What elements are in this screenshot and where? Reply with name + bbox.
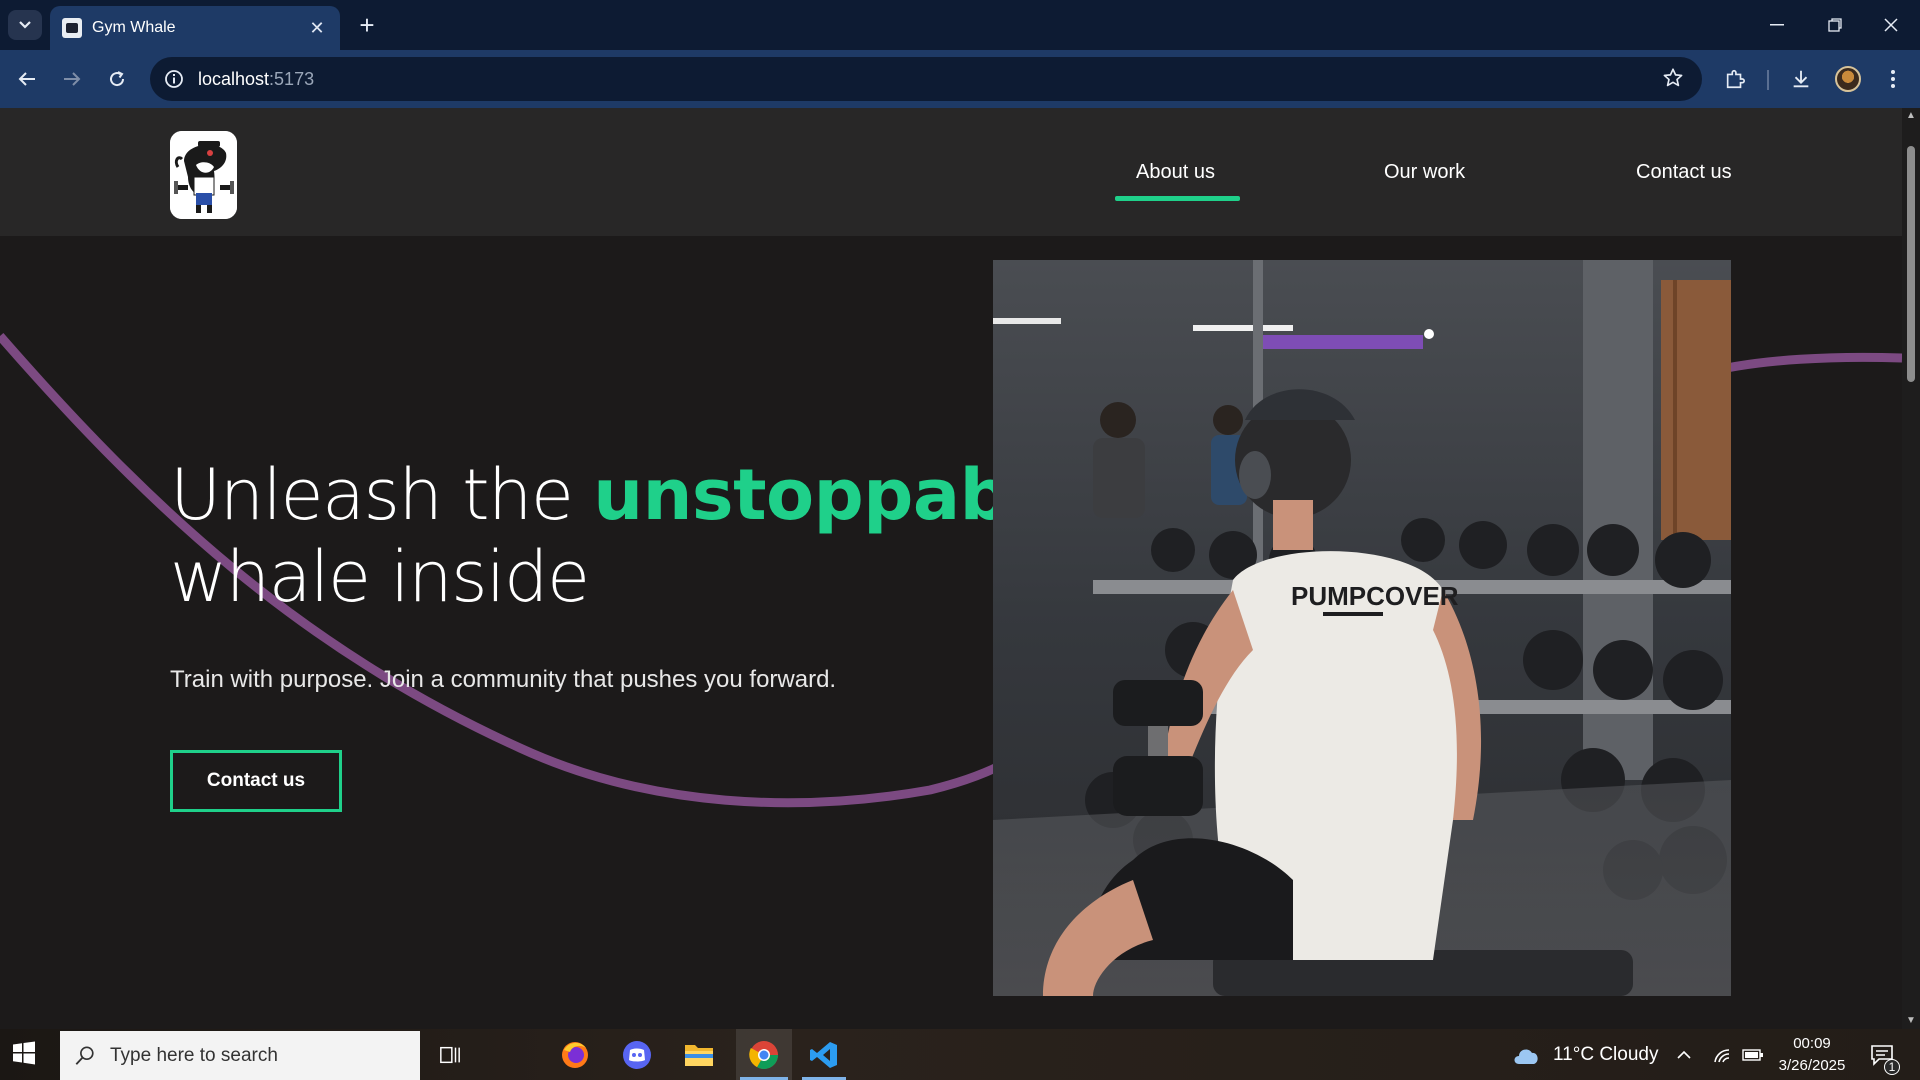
file-explorer-taskbar-icon[interactable] xyxy=(674,1035,724,1075)
url-port: :5173 xyxy=(269,68,315,89)
downloads-button[interactable] xyxy=(1784,62,1818,96)
close-icon xyxy=(1884,18,1898,32)
contact-us-button[interactable]: Contact us xyxy=(170,750,342,812)
url-host: localhost xyxy=(198,68,270,89)
start-button[interactable] xyxy=(12,1041,40,1069)
browser-toolbar: localhost:5173 xyxy=(0,50,1920,108)
hero-headline: Unleash the unstoppable whale inside xyxy=(170,454,1080,618)
url-text: localhost:5173 xyxy=(198,69,314,90)
clock-date: 3/26/2025 xyxy=(1778,1057,1846,1074)
task-view-button[interactable] xyxy=(425,1035,475,1075)
nav-active-indicator xyxy=(1115,196,1240,201)
windows-taskbar: Type here to search 11°C Cloudy 00:09 3/… xyxy=(0,1029,1920,1080)
browser-tab-bar: Gym Whale ✕ + xyxy=(0,0,1920,50)
tab-title: Gym Whale xyxy=(92,19,176,36)
nav-about-us[interactable]: About us xyxy=(1136,161,1215,184)
address-bar[interactable]: localhost:5173 xyxy=(150,57,1702,101)
gym-photo-illustration: PUMPCOVER xyxy=(993,260,1731,996)
forward-button[interactable] xyxy=(55,62,89,96)
scroll-down-arrow-icon[interactable]: ▼ xyxy=(1905,1015,1917,1027)
arrow-right-icon xyxy=(64,72,81,86)
minimize-icon xyxy=(1770,24,1784,26)
system-clock[interactable]: 00:09 3/26/2025 xyxy=(1770,1033,1854,1077)
kebab-menu-icon xyxy=(1891,70,1895,88)
gym-whale-logo[interactable] xyxy=(170,131,237,219)
windows-logo-icon xyxy=(13,1041,35,1065)
clock-time: 00:09 xyxy=(1793,1035,1831,1052)
notifications-button[interactable]: 1 xyxy=(1862,1035,1902,1075)
notification-count-badge: 1 xyxy=(1884,1059,1900,1075)
arrow-left-icon xyxy=(18,72,35,86)
browser-tab[interactable]: Gym Whale ✕ xyxy=(50,6,340,50)
reload-button[interactable] xyxy=(100,62,134,96)
discord-taskbar-icon[interactable] xyxy=(612,1035,662,1075)
chevron-down-icon xyxy=(19,21,31,29)
nav-our-work[interactable]: Our work xyxy=(1384,161,1465,184)
page-scrollbar[interactable]: ▲ ▼ xyxy=(1902,108,1920,1029)
search-placeholder: Type here to search xyxy=(110,1044,278,1066)
profile-button[interactable] xyxy=(1831,62,1865,96)
browser-menu-button[interactable] xyxy=(1876,62,1910,96)
new-tab-button[interactable]: + xyxy=(352,10,382,40)
restore-icon xyxy=(1828,18,1842,32)
site-info-icon[interactable] xyxy=(162,67,186,91)
shirt-print-text: PUMPCOVER xyxy=(1291,581,1459,611)
reload-icon xyxy=(110,71,125,87)
back-button[interactable] xyxy=(10,62,44,96)
search-icon xyxy=(75,1045,94,1065)
profile-avatar xyxy=(1835,66,1861,92)
vscode-taskbar-icon[interactable] xyxy=(798,1029,850,1080)
weather-text[interactable]: 11°C Cloudy xyxy=(1553,1044,1658,1066)
weather-cloud-icon[interactable] xyxy=(1506,1035,1546,1075)
nav-contact-us[interactable]: Contact us xyxy=(1636,161,1732,184)
taskbar-search-box[interactable]: Type here to search xyxy=(60,1031,420,1080)
site-header: About us Our work Contact us xyxy=(0,108,1902,236)
favicon-icon xyxy=(62,18,82,38)
minimize-button[interactable] xyxy=(1748,0,1806,50)
download-icon xyxy=(1793,70,1809,88)
bookmark-star-icon[interactable] xyxy=(1662,67,1686,91)
firefox-taskbar-icon[interactable] xyxy=(550,1035,600,1075)
close-tab-icon[interactable]: ✕ xyxy=(306,17,328,39)
whale-mascot-icon xyxy=(170,131,237,219)
hero-subtitle: Train with purpose. Join a community tha… xyxy=(170,666,837,693)
chrome-taskbar-icon[interactable] xyxy=(736,1029,792,1080)
hero-gym-photo: PUMPCOVER xyxy=(993,260,1731,996)
task-view-icon xyxy=(440,1046,460,1064)
restore-button[interactable] xyxy=(1806,0,1864,50)
network-wifi-icon[interactable] xyxy=(1710,1035,1736,1075)
extensions-button[interactable] xyxy=(1718,62,1752,96)
scroll-up-arrow-icon[interactable]: ▲ xyxy=(1905,110,1917,122)
headline-pre: Unleash the xyxy=(170,454,594,536)
tab-search-button[interactable] xyxy=(8,10,42,40)
close-window-button[interactable] xyxy=(1862,0,1920,50)
headline-post: whale inside xyxy=(170,536,590,618)
puzzle-icon xyxy=(1726,69,1745,89)
page-viewport: About us Our work Contact us Unleash the… xyxy=(0,108,1902,1029)
toolbar-separator xyxy=(1767,70,1769,90)
scroll-thumb[interactable] xyxy=(1907,146,1915,382)
battery-icon[interactable] xyxy=(1740,1035,1766,1075)
show-hidden-icons-chevron-up-icon[interactable] xyxy=(1670,1035,1698,1075)
